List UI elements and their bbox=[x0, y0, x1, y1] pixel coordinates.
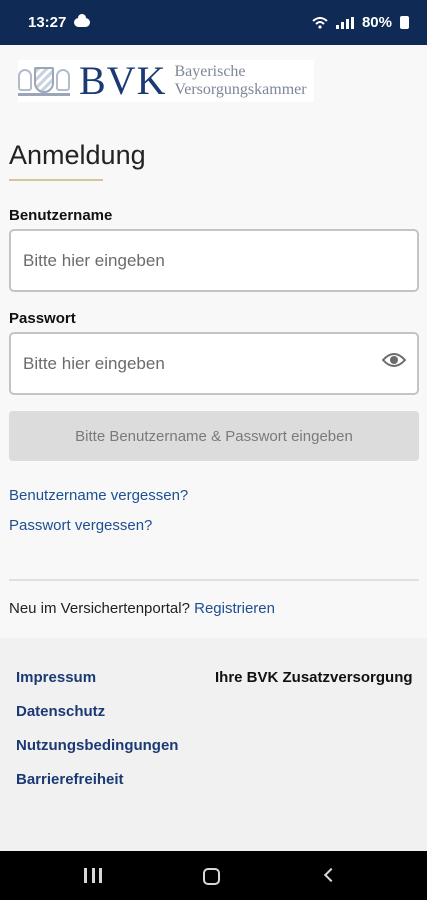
status-right: 80% bbox=[312, 14, 409, 31]
footer-link-datenschutz[interactable]: Datenschutz bbox=[16, 703, 105, 720]
signal-icon bbox=[335, 16, 354, 29]
back-icon[interactable] bbox=[323, 867, 339, 883]
register-prompt: Neu im Versichertenportal? bbox=[9, 600, 190, 617]
logo-text: Bayerische Versorgungskammer bbox=[174, 63, 306, 99]
title-underline bbox=[9, 179, 103, 181]
password-input[interactable] bbox=[9, 332, 419, 395]
system-nav-bar bbox=[0, 851, 427, 900]
username-input[interactable] bbox=[9, 229, 419, 292]
status-left: 13:27 bbox=[28, 14, 91, 31]
footer-link-impressum[interactable]: Impressum bbox=[16, 669, 96, 686]
register-line: Neu im Versichertenportal? Registrieren bbox=[9, 600, 275, 617]
forgot-username-link[interactable]: Benutzername vergessen? bbox=[9, 487, 188, 504]
wifi-icon bbox=[312, 16, 328, 29]
register-link[interactable]: Registrieren bbox=[194, 600, 275, 617]
battery-percent: 80% bbox=[361, 14, 392, 31]
status-bar: 13:27 80% bbox=[0, 0, 427, 45]
cloud-icon bbox=[74, 14, 91, 27]
forgot-password-link[interactable]: Passwort vergessen? bbox=[9, 517, 152, 534]
footer: Impressum Datenschutz Nutzungsbedingunge… bbox=[0, 638, 427, 851]
logo-line-1: Bayerische bbox=[174, 63, 246, 80]
username-label: Benutzername bbox=[9, 207, 113, 224]
footer-tagline: Ihre BVK Zusatzversorgung bbox=[215, 669, 413, 686]
battery-icon bbox=[400, 16, 409, 29]
bvk-logo: BVK Bayerische Versorgungskammer bbox=[18, 60, 314, 102]
logo-line-2: Versorgungskammer bbox=[174, 81, 307, 98]
coat-of-arms-icon bbox=[18, 66, 70, 96]
password-label: Passwort bbox=[9, 310, 76, 327]
footer-link-barrierefreiheit[interactable]: Barrierefreiheit bbox=[16, 771, 124, 788]
page-title: Anmeldung bbox=[9, 140, 146, 170]
login-button[interactable]: Bitte Benutzername & Passwort eingeben bbox=[9, 411, 419, 461]
recent-apps-icon[interactable] bbox=[84, 868, 102, 883]
logo-mark: BVK bbox=[79, 58, 167, 103]
footer-link-nutzungsbedingungen[interactable]: Nutzungsbedingungen bbox=[16, 737, 178, 754]
divider bbox=[9, 579, 419, 581]
home-icon[interactable] bbox=[203, 868, 220, 885]
status-time: 13:27 bbox=[28, 14, 67, 31]
eye-icon[interactable] bbox=[382, 352, 406, 368]
